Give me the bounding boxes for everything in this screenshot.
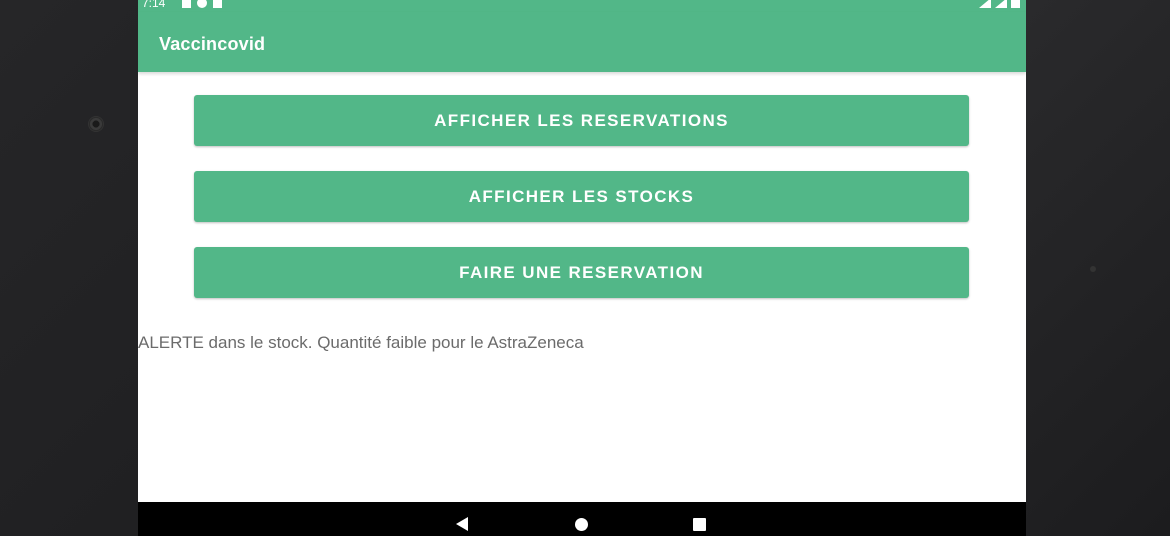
battery-icon: [1011, 0, 1020, 8]
navigation-bar: [138, 502, 1026, 536]
signal-icon: [995, 0, 1007, 8]
camera-icon: [89, 117, 103, 131]
recents-icon[interactable]: [693, 518, 706, 531]
make-reservation-button[interactable]: FAIRE UNE RESERVATION: [194, 247, 969, 298]
sensor-dot: [1090, 266, 1096, 272]
notification-icons: [182, 0, 222, 8]
app-title: Vaccincovid: [159, 34, 266, 54]
sync-icon: [197, 0, 207, 8]
app-bar: Vaccincovid: [138, 12, 1026, 72]
sd-card-icon: [213, 0, 222, 8]
show-reservations-button[interactable]: AFFICHER LES RESERVATIONS: [194, 95, 969, 146]
wifi-icon: [979, 0, 991, 8]
stock-alert-text: ALERTE dans le stock. Quantité faible po…: [138, 333, 584, 352]
back-icon[interactable]: [456, 517, 468, 531]
home-icon[interactable]: [575, 518, 588, 531]
status-time: 7:14: [142, 0, 166, 10]
notification-icon: [182, 0, 191, 8]
status-bar: 7:14: [138, 0, 1026, 12]
tablet-frame: 7:14 Vaccincovid AFFICHER LES RESERVATIO…: [0, 0, 1170, 536]
app-screen: 7:14 Vaccincovid AFFICHER LES RESERVATIO…: [138, 0, 1026, 536]
show-stocks-button[interactable]: AFFICHER LES STOCKS: [194, 171, 969, 222]
system-status-icons: [979, 0, 1020, 8]
